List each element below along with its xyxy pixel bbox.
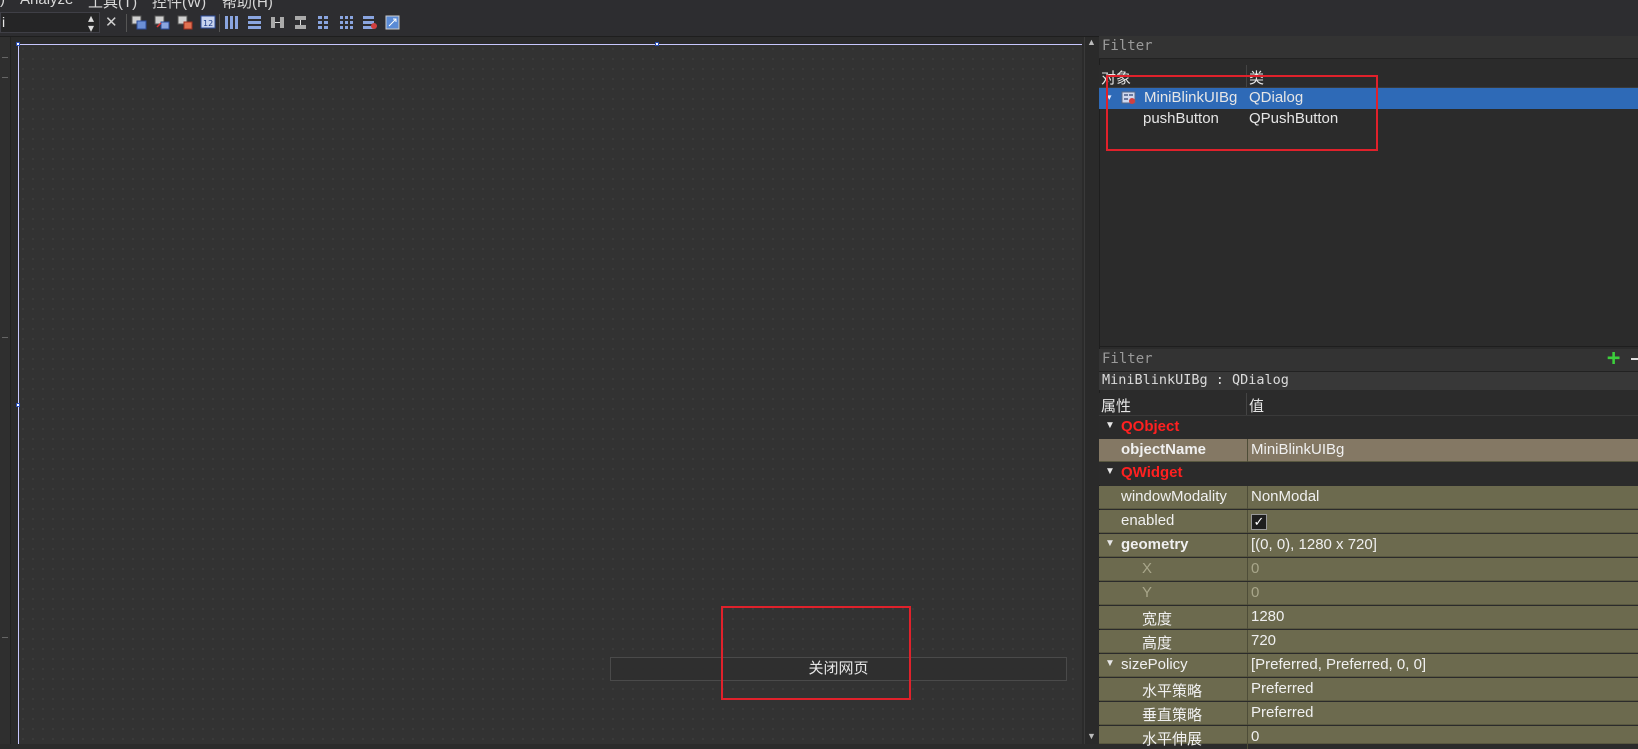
property-header: 属性 值: [1099, 393, 1638, 416]
prop-y[interactable]: Y 0: [1099, 582, 1638, 605]
property-filter-input[interactable]: Filter +: [1099, 346, 1638, 372]
menu-widgets[interactable]: 控件(W): [152, 0, 206, 10]
collapse-arrow-icon[interactable]: ▼: [1105, 538, 1115, 549]
layout-v-splitter-icon[interactable]: [292, 14, 309, 31]
column-value[interactable]: 值: [1249, 395, 1264, 416]
object-filter-input[interactable]: Filter: [1099, 36, 1638, 59]
toolbar-separator: [219, 14, 220, 32]
spin-arrows-icon[interactable]: ▴ ▾: [87, 12, 95, 34]
edit-widgets-icon[interactable]: [131, 14, 148, 31]
prop-value: 0: [1251, 584, 1260, 601]
prop-value[interactable]: 0: [1251, 728, 1259, 745]
add-property-icon[interactable]: +: [1607, 346, 1620, 371]
menubar: ) Analyze 工具(T) 控件(W) 帮助(H): [0, 0, 1638, 10]
highlight-box-button: [721, 606, 911, 700]
edit-buddies-icon[interactable]: [177, 14, 194, 31]
menu-help[interactable]: 帮助(H): [222, 0, 273, 10]
prop-value[interactable]: [Preferred, Preferred, 0, 0]: [1251, 656, 1426, 673]
menu-analyze[interactable]: Analyze: [20, 0, 73, 8]
toolbar: i ▴ ▾ ✕ 12: [0, 10, 1638, 37]
group-qobject[interactable]: ▼ QObject: [1099, 416, 1638, 439]
prop-value: 0: [1251, 560, 1260, 577]
edit-signals-icon[interactable]: [154, 14, 171, 31]
menu-item-clipped[interactable]: ): [0, 0, 5, 8]
remove-property-icon[interactable]: [1631, 358, 1638, 360]
column-property[interactable]: 属性: [1101, 395, 1131, 416]
svg-text:12: 12: [203, 19, 213, 28]
edit-tab-order-icon[interactable]: 12: [200, 14, 217, 31]
left-ruler: [0, 37, 11, 744]
prop-value[interactable]: Preferred: [1251, 680, 1314, 697]
filter-placeholder: Filter: [1102, 38, 1153, 54]
resize-handle[interactable]: [16, 403, 20, 407]
toolbar-combo[interactable]: i ▴ ▾: [0, 12, 100, 34]
dock-splitter[interactable]: [1099, 346, 1638, 347]
prop-sizepolicy[interactable]: ▼ sizePolicy [Preferred, Preferred, 0, 0…: [1099, 654, 1638, 677]
collapse-arrow-icon[interactable]: ▼: [1105, 420, 1115, 431]
collapse-arrow-icon[interactable]: ▼: [1105, 466, 1115, 477]
adjust-size-icon[interactable]: [384, 14, 401, 31]
selected-object-label: MiniBlinkUIBg : QDialog: [1099, 372, 1638, 390]
form-border-left: [18, 44, 19, 744]
form-border-top: [18, 44, 1082, 45]
layout-h-splitter-icon[interactable]: [269, 14, 286, 31]
close-icon[interactable]: ✕: [105, 13, 118, 31]
prop-value[interactable]: Preferred: [1251, 704, 1314, 721]
prop-value[interactable]: 1280: [1251, 608, 1284, 625]
prop-height[interactable]: 高度 720: [1099, 630, 1638, 653]
resize-handle[interactable]: [16, 42, 20, 46]
enabled-checkbox[interactable]: ✓: [1251, 514, 1267, 530]
canvas-scrollbar[interactable]: ▲ ▼: [1084, 37, 1099, 744]
prop-value[interactable]: NonModal: [1251, 488, 1319, 505]
scroll-down-icon[interactable]: ▼: [1087, 731, 1096, 741]
selected-object-text: MiniBlinkUIBg : QDialog: [1102, 372, 1289, 388]
prop-width[interactable]: 宽度 1280: [1099, 606, 1638, 629]
combo-value: i: [2, 14, 6, 30]
resize-handle[interactable]: [655, 42, 659, 46]
menu-tools[interactable]: 工具(T): [88, 0, 137, 10]
prop-hpolicy[interactable]: 水平策略 Preferred: [1099, 678, 1638, 701]
break-layout-icon[interactable]: [361, 14, 378, 31]
layout-form-icon[interactable]: [315, 14, 332, 31]
scroll-up-icon[interactable]: ▲: [1087, 37, 1096, 47]
group-qwidget[interactable]: ▼ QWidget: [1099, 462, 1638, 485]
prop-hstretch[interactable]: 水平伸展 0: [1099, 726, 1638, 749]
prop-value[interactable]: MiniBlinkUIBg: [1251, 441, 1344, 458]
prop-value[interactable]: [(0, 0), 1280 x 720]: [1251, 536, 1377, 553]
toolbar-separator: [126, 14, 127, 32]
filter-placeholder: Filter: [1102, 351, 1153, 367]
layout-vertical-icon[interactable]: [246, 14, 263, 31]
form-canvas[interactable]: [18, 44, 1082, 744]
prop-x[interactable]: X 0: [1099, 558, 1638, 581]
prop-vpolicy[interactable]: 垂直策略 Preferred: [1099, 702, 1638, 725]
highlight-box-objects: [1106, 75, 1378, 151]
prop-objectname[interactable]: objectName MiniBlinkUIBg: [1099, 439, 1638, 462]
prop-windowmodality[interactable]: windowModality NonModal: [1099, 486, 1638, 509]
prop-geometry[interactable]: ▼ geometry [(0, 0), 1280 x 720]: [1099, 534, 1638, 557]
collapse-arrow-icon[interactable]: ▼: [1105, 658, 1115, 669]
layout-grid-icon[interactable]: [338, 14, 355, 31]
prop-enabled[interactable]: enabled ✓: [1099, 510, 1638, 533]
prop-value[interactable]: 720: [1251, 632, 1276, 649]
layout-horizontal-icon[interactable]: [223, 14, 240, 31]
